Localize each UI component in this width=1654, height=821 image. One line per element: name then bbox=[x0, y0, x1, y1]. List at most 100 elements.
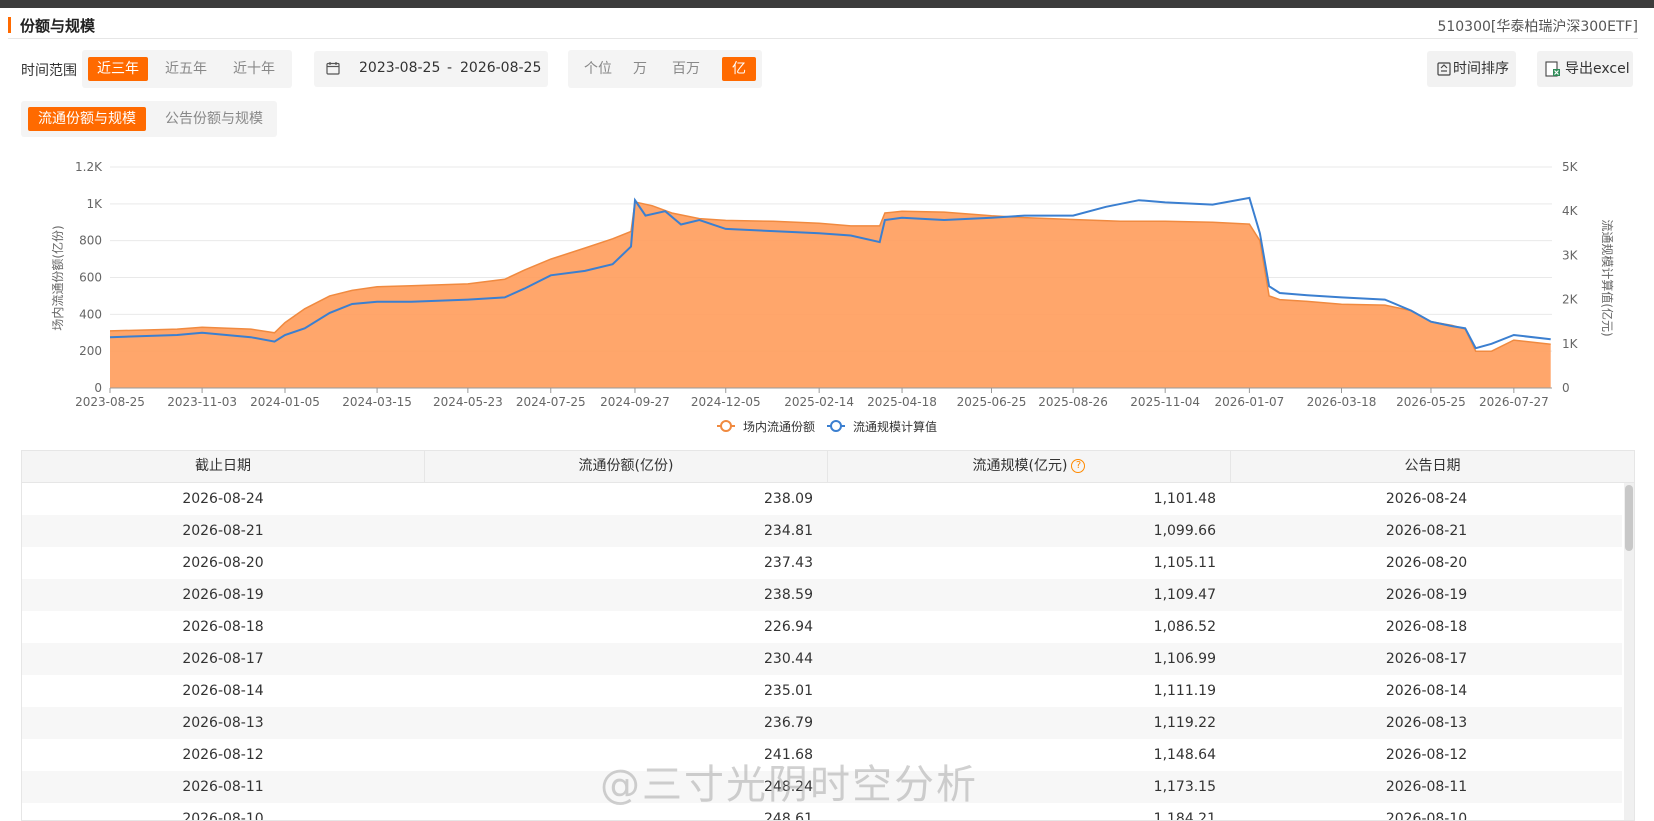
cell-scale: 1,109.47 bbox=[1153, 587, 1216, 603]
cell-announce-date: 2026-08-10 bbox=[1385, 811, 1468, 821]
y-right-axis-title: 流通规模计算值(亿元) bbox=[1600, 219, 1615, 336]
cell-end-date: 2026-08-24 bbox=[182, 491, 264, 507]
legend-label-scale: 流通规模计算值 bbox=[853, 419, 937, 434]
y-left-tick-label: 1.2K bbox=[75, 160, 103, 174]
cell-end-date: 2026-08-14 bbox=[182, 683, 264, 699]
time-sort-label: 时间排序 bbox=[1453, 61, 1509, 77]
cell-scale: 1,111.19 bbox=[1153, 683, 1216, 699]
range-selector: 近三年 近五年 近十年 bbox=[82, 50, 292, 88]
x-tick-label: 2024-07-25 bbox=[516, 395, 586, 409]
share-scale-chart: 0 200 400 600 800 1K 1.2K 0 1K 2K 3K 4K 5K 2023-08-25… bbox=[50, 160, 1615, 434]
cell-scale: 1,099.66 bbox=[1153, 523, 1216, 539]
question-circle-icon[interactable]: ? bbox=[1071, 459, 1086, 473]
unit-million-button[interactable]: 百万 bbox=[662, 57, 710, 81]
x-tick-label: 2026-05-25 bbox=[1396, 395, 1466, 409]
legend-item-scale[interactable]: 流通规模计算值 bbox=[827, 419, 937, 434]
column-header-share[interactable]: 流通份额(亿份) bbox=[425, 451, 828, 482]
table-row[interactable]: 2026-08-14 235.01 1,111.19 2026-08-14 bbox=[22, 675, 1622, 707]
calendar-icon bbox=[326, 62, 340, 75]
legend-marker-share bbox=[720, 420, 732, 432]
table-row[interactable]: 2026-08-13 236.79 1,119.22 2026-08-13 bbox=[22, 707, 1622, 739]
y-right-tick-label: 3K bbox=[1562, 248, 1579, 262]
unit-yi-button[interactable]: 亿 bbox=[722, 57, 756, 81]
legend-item-share[interactable]: 场内流通份额 bbox=[717, 420, 815, 434]
x-tick-label: 2025-04-18 bbox=[867, 395, 937, 409]
cell-end-date: 2026-08-17 bbox=[182, 651, 264, 667]
x-tick-label: 2025-02-14 bbox=[784, 395, 854, 409]
range-10y-button[interactable]: 近十年 bbox=[224, 57, 284, 81]
column-header-scale-label: 流通规模(亿元) bbox=[972, 458, 1068, 474]
table-row[interactable]: 2026-08-21 234.81 1,099.66 2026-08-21 bbox=[22, 515, 1622, 547]
y-left-tick-label: 800 bbox=[79, 234, 102, 248]
x-tick-label: 2025-06-25 bbox=[957, 395, 1027, 409]
cell-share: 238.59 bbox=[764, 587, 813, 603]
cell-end-date: 2026-08-11 bbox=[182, 779, 264, 795]
cell-end-date: 2026-08-13 bbox=[182, 715, 264, 731]
table-row[interactable]: 2026-08-20 237.43 1,105.11 2026-08-20 bbox=[22, 547, 1622, 579]
cell-announce-date: 2026-08-13 bbox=[1385, 715, 1468, 731]
column-header-announce-date[interactable]: 公告日期 bbox=[1231, 451, 1634, 482]
y-right-tick-label: 1K bbox=[1562, 337, 1579, 351]
tab-announced-share[interactable]: 公告份额与规模 bbox=[156, 107, 272, 131]
cell-share: 237.43 bbox=[764, 555, 813, 571]
date-range-picker[interactable]: 2023-08-25 - 2026-08-25 bbox=[314, 51, 548, 87]
cell-scale: 1,119.22 bbox=[1153, 715, 1216, 731]
cell-end-date: 2026-08-21 bbox=[182, 523, 264, 539]
range-5y-button[interactable]: 近五年 bbox=[156, 57, 216, 81]
cell-scale: 1,101.48 bbox=[1153, 491, 1216, 507]
column-header-end-date[interactable]: 截止日期 bbox=[22, 451, 425, 482]
cell-end-date: 2026-08-12 bbox=[182, 747, 264, 763]
table-scrollbar[interactable] bbox=[1624, 483, 1634, 820]
unit-ones-button[interactable]: 个位 bbox=[576, 57, 620, 81]
x-tick-label: 2024-03-15 bbox=[342, 395, 412, 409]
cell-announce-date: 2026-08-21 bbox=[1385, 523, 1468, 539]
y-right-tick-label: 0 bbox=[1562, 381, 1570, 395]
cell-announce-date: 2026-08-19 bbox=[1385, 587, 1468, 603]
export-excel-button[interactable]: 导出excel bbox=[1537, 51, 1633, 87]
cell-announce-date: 2026-08-14 bbox=[1385, 683, 1468, 699]
export-excel-label: 导出excel bbox=[1565, 61, 1630, 77]
y-left-tick-label: 400 bbox=[79, 307, 102, 321]
x-tick-label: 2023-08-25 bbox=[75, 395, 145, 409]
tab-circulating-share[interactable]: 流通份额与规模 bbox=[28, 107, 146, 131]
x-tick-label: 2024-12-05 bbox=[691, 395, 761, 409]
date-separator: - bbox=[447, 60, 453, 76]
cell-share: 226.94 bbox=[764, 619, 813, 635]
x-tick-label: 2023-11-03 bbox=[167, 395, 237, 409]
cell-share: 236.79 bbox=[764, 715, 813, 731]
table-row[interactable]: 2026-08-17 230.44 1,106.99 2026-08-17 bbox=[22, 643, 1622, 675]
y-left-tick-label: 600 bbox=[79, 271, 102, 285]
table-scrollbar-thumb[interactable] bbox=[1625, 485, 1633, 551]
x-tick-label: 2026-07-27 bbox=[1479, 395, 1549, 409]
unit-wan-button[interactable]: 万 bbox=[622, 57, 658, 81]
y-right-tick-label: 4K bbox=[1562, 204, 1579, 218]
cell-announce-date: 2026-08-18 bbox=[1385, 619, 1468, 635]
table-row[interactable]: 2026-08-19 238.59 1,109.47 2026-08-19 bbox=[22, 579, 1622, 611]
subtab-bar: 流通份额与规模 公告份额与规模 bbox=[21, 101, 277, 137]
table-row[interactable]: 2026-08-24 238.09 1,101.48 2026-08-24 bbox=[22, 483, 1622, 515]
x-tick-label: 2025-11-04 bbox=[1130, 395, 1200, 409]
time-sort-button[interactable]: 时间排序 bbox=[1427, 51, 1516, 87]
column-header-scale[interactable]: 流通规模(亿元)? bbox=[828, 451, 1231, 482]
cell-end-date: 2026-08-19 bbox=[182, 587, 264, 603]
sort-icon bbox=[1437, 62, 1451, 76]
cell-share: 238.09 bbox=[764, 491, 813, 507]
range-label: 时间范围 bbox=[21, 63, 77, 79]
cell-end-date: 2026-08-10 bbox=[182, 811, 264, 821]
cell-end-date: 2026-08-18 bbox=[182, 619, 264, 635]
chart-legend[interactable]: 场内流通份额 流通规模计算值 bbox=[717, 419, 937, 434]
y-left-tick-label: 200 bbox=[79, 344, 102, 358]
cell-end-date: 2026-08-20 bbox=[182, 555, 264, 571]
y-left-tick-label: 0 bbox=[94, 381, 102, 395]
x-tick-label: 2024-09-27 bbox=[600, 395, 670, 409]
cell-share: 234.81 bbox=[764, 523, 813, 539]
table-header: 截止日期 流通份额(亿份) 流通规模(亿元)? 公告日期 bbox=[22, 451, 1634, 483]
table-row[interactable]: 2026-08-18 226.94 1,086.52 2026-08-18 bbox=[22, 611, 1622, 643]
date-end: 2026-08-25 bbox=[460, 60, 542, 76]
fund-code: 510300[华泰柏瑞沪深300ETF] bbox=[1437, 19, 1638, 35]
y-left-axis-title: 场内流通份额(亿份) bbox=[50, 225, 65, 330]
section-header: 份额与规模 510300[华泰柏瑞沪深300ETF] bbox=[8, 12, 1638, 39]
range-3y-button[interactable]: 近三年 bbox=[88, 57, 148, 81]
y-right-tick-label: 2K bbox=[1562, 293, 1579, 307]
cell-announce-date: 2026-08-11 bbox=[1385, 779, 1468, 795]
